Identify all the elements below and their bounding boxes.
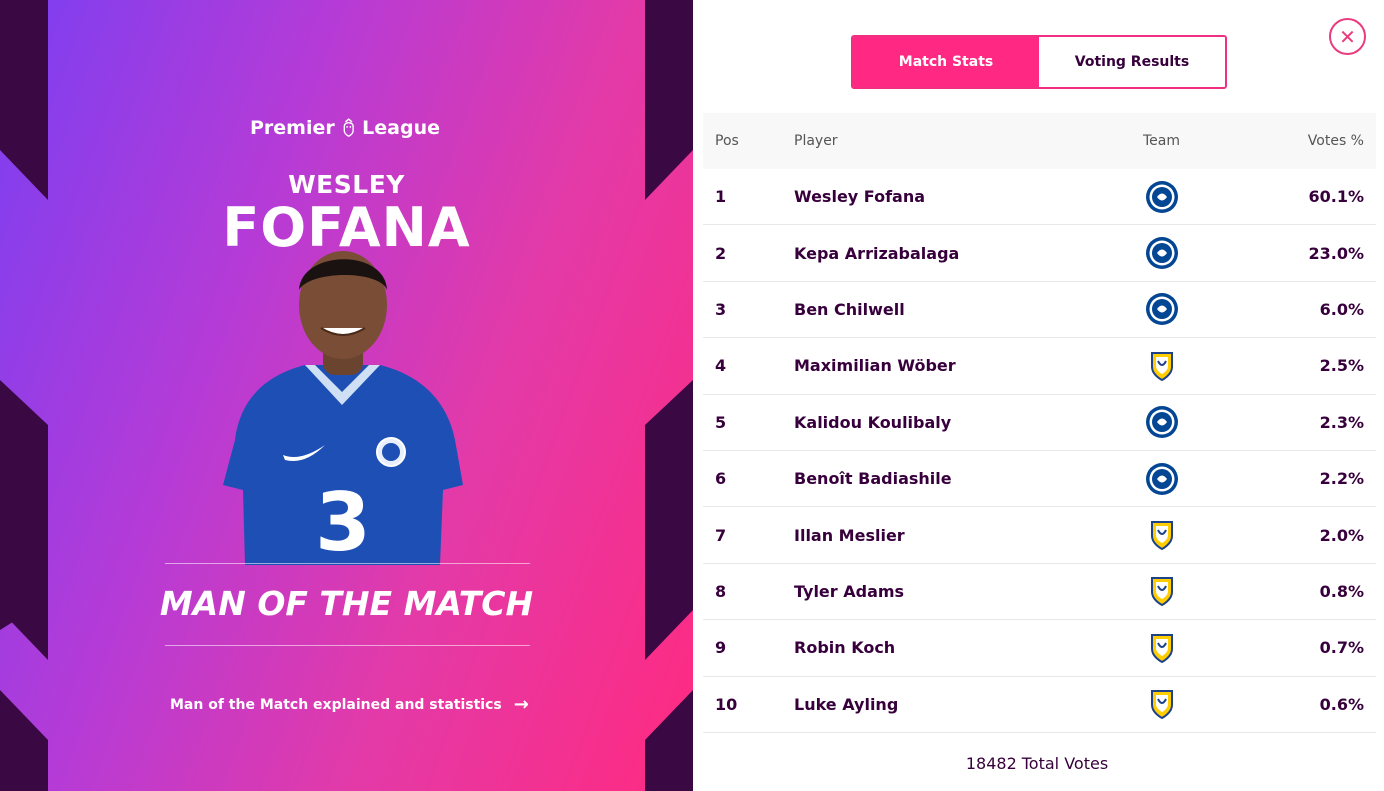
total-votes: 18482 Total Votes <box>703 754 1376 773</box>
lion-icon <box>343 118 354 138</box>
row-pos: 10 <box>715 694 738 714</box>
table-row: 2 Kepa Arrizabalaga 23.0% <box>703 225 1376 282</box>
leeds-crest-icon <box>1104 631 1219 665</box>
explain-link[interactable]: Man of the Match explained and statistic… <box>170 694 529 715</box>
row-pos: 6 <box>715 469 727 489</box>
row-pos: 9 <box>715 638 727 658</box>
table-row: 1 Wesley Fofana 60.1% <box>703 169 1376 226</box>
explain-link-text: Man of the Match explained and statistic… <box>170 696 502 713</box>
row-player[interactable]: Wesley Fofana <box>794 187 1104 206</box>
close-button[interactable]: ✕ <box>1329 18 1366 55</box>
row-votes: 2.5% <box>1319 356 1364 376</box>
results-table: Pos Player Team Votes % 1 Wesley Fofana 60… <box>703 113 1376 733</box>
logo-text-right: League <box>362 117 440 139</box>
chelsea-crest-icon <box>1104 292 1219 326</box>
row-votes: 0.7% <box>1319 638 1364 658</box>
row-votes: 2.2% <box>1319 469 1364 489</box>
leeds-crest-icon <box>1104 518 1219 552</box>
row-player[interactable]: Benoît Badiashile <box>794 469 1104 488</box>
chelsea-crest-icon <box>1104 236 1219 270</box>
logo-text-left: Premier <box>250 117 335 139</box>
leeds-crest-icon <box>1104 574 1219 608</box>
row-player[interactable]: Kalidou Koulibaly <box>794 413 1104 432</box>
table-row: 9 Robin Koch 0.7% <box>703 620 1376 677</box>
hero-panel: Premier League WESLEY FOFANA 3 MAN OF TH… <box>0 0 693 791</box>
divider-top <box>165 563 530 564</box>
header-player: Player <box>794 133 838 149</box>
tab-bar: Match Stats Voting Results <box>851 35 1227 89</box>
leeds-crest-icon <box>1104 687 1219 721</box>
row-pos: 3 <box>715 299 727 319</box>
row-pos: 8 <box>715 581 727 601</box>
row-pos: 5 <box>715 412 727 432</box>
row-player[interactable]: Ben Chilwell <box>794 300 1104 319</box>
player-photo: 3 <box>223 251 463 565</box>
row-player[interactable]: Maximilian Wöber <box>794 356 1104 375</box>
row-pos: 4 <box>715 356 727 376</box>
table-row: 10 Luke Ayling 0.6% <box>703 677 1376 733</box>
chelsea-crest-icon <box>1104 180 1219 214</box>
close-icon: ✕ <box>1339 24 1356 49</box>
chelsea-crest-icon <box>1104 462 1219 496</box>
row-votes: 2.0% <box>1319 525 1364 545</box>
header-team: Team <box>1142 133 1180 149</box>
row-pos: 7 <box>715 525 727 545</box>
row-pos: 2 <box>715 243 727 263</box>
row-player[interactable]: Luke Ayling <box>794 695 1104 714</box>
table-header: Pos Player Team Votes % <box>703 113 1376 169</box>
row-player[interactable]: Tyler Adams <box>794 582 1104 601</box>
row-votes: 60.1% <box>1308 187 1364 207</box>
table-row: 6 Benoît Badiashile 2.2% <box>703 451 1376 508</box>
header-votes: Votes % <box>1307 133 1364 149</box>
leeds-crest-icon <box>1104 349 1219 383</box>
row-player[interactable]: Robin Koch <box>794 638 1104 657</box>
row-pos: 1 <box>715 187 727 207</box>
row-votes: 23.0% <box>1308 243 1364 263</box>
total-votes-count: 18482 <box>965 754 1017 773</box>
player-first-name: WESLEY <box>288 170 405 199</box>
premier-league-logo: Premier League <box>250 110 440 146</box>
row-votes: 2.3% <box>1319 412 1364 432</box>
table-row: 7 Illan Meslier 2.0% <box>703 507 1376 564</box>
total-votes-label: Total Votes <box>1021 754 1109 773</box>
arrow-right-icon: → <box>513 694 529 715</box>
row-player[interactable]: Illan Meslier <box>794 526 1104 545</box>
table-row: 3 Ben Chilwell 6.0% <box>703 282 1376 339</box>
table-row: 4 Maximilian Wöber 2.5% <box>703 338 1376 395</box>
row-votes: 0.8% <box>1319 581 1364 601</box>
row-votes: 6.0% <box>1319 299 1364 319</box>
divider-bottom <box>165 645 530 646</box>
table-row: 5 Kalidou Koulibaly 2.3% <box>703 395 1376 451</box>
row-votes: 0.6% <box>1319 694 1364 714</box>
table-row: 8 Tyler Adams 0.8% <box>703 564 1376 621</box>
tab-match-stats[interactable]: Match Stats <box>853 37 1039 87</box>
svg-text:3: 3 <box>315 476 371 565</box>
tab-voting-results[interactable]: Voting Results <box>1039 37 1225 87</box>
row-player[interactable]: Kepa Arrizabalaga <box>794 244 1104 263</box>
chelsea-crest-icon <box>1104 405 1219 439</box>
header-pos: Pos <box>715 133 739 149</box>
award-title: MAN OF THE MATCH <box>159 584 534 623</box>
